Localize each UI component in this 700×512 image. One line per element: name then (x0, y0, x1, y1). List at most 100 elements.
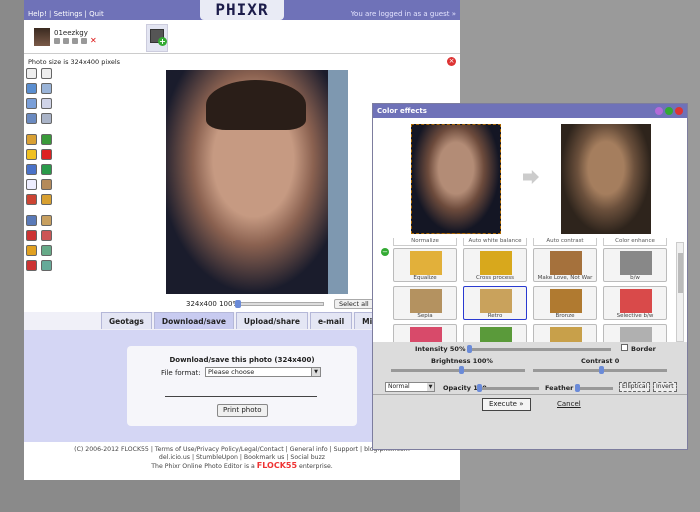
rotate-right-icon[interactable] (41, 68, 52, 79)
smiley-icon[interactable] (26, 149, 37, 160)
feather-slider[interactable] (575, 384, 613, 392)
image-icon[interactable] (41, 179, 52, 190)
opacity-knob[interactable] (477, 384, 482, 392)
effect-tile[interactable]: Retro (463, 286, 527, 320)
warp-icon[interactable] (41, 245, 52, 256)
eye-icon[interactable] (26, 260, 37, 271)
feather-knob[interactable] (575, 384, 580, 392)
info-icon[interactable] (54, 38, 60, 44)
contrast-knob[interactable] (599, 366, 604, 374)
tile-icon[interactable] (26, 245, 37, 256)
effect-tile[interactable]: Selective b/w (603, 286, 667, 320)
file-format-value: Please choose (208, 368, 255, 376)
flip-icon[interactable] (26, 83, 37, 94)
resize-icon[interactable] (26, 98, 37, 109)
dialog-titlebar[interactable]: Color effects (373, 104, 687, 118)
effect-tile[interactable]: Sepia (393, 286, 457, 320)
contrast-slider[interactable] (533, 366, 667, 374)
crop-icon[interactable] (41, 98, 52, 109)
palette-icon[interactable] (41, 215, 52, 226)
effect-label: Make Love, Not War (537, 275, 593, 281)
intensity-slider[interactable] (467, 345, 611, 353)
thumbnail-actions: ✕ (54, 37, 97, 45)
effect-controls: Intensity 50% Border Brightness 100% Con… (373, 342, 687, 449)
tab-email[interactable]: e-mail (309, 312, 353, 329)
filter-icon[interactable] (41, 194, 52, 205)
tab-geotags[interactable]: Geotags (101, 312, 152, 329)
login-status[interactable]: You are logged in as a guest » (351, 10, 456, 18)
photo-size-note: Photo size is 324x400 pixels (28, 58, 121, 66)
text-icon[interactable] (26, 164, 37, 175)
download-title: Download/save this photo (324x400) (169, 356, 315, 364)
add-photo-button[interactable]: + (146, 24, 168, 52)
zoom-slider-knob[interactable] (235, 300, 241, 308)
cancel-link[interactable]: Cancel (557, 400, 581, 408)
effect-auto-white-balance[interactable]: Auto white balance (463, 238, 527, 246)
footer-tagline-end: enterprise. (299, 463, 333, 470)
canvas-icon[interactable] (26, 113, 37, 124)
top-links[interactable]: Help! | Settings | Quit (28, 10, 104, 18)
rotate-left-icon[interactable] (26, 68, 37, 79)
effect-tile[interactable]: Cross process (463, 248, 527, 282)
effect-tile[interactable]: Make Love, Not War (533, 248, 597, 282)
speech-bubble-icon[interactable] (26, 179, 37, 190)
close-icon[interactable] (675, 107, 683, 115)
heart-icon[interactable] (41, 149, 52, 160)
effect-tile[interactable] (393, 324, 457, 342)
effect-label: Sepia (417, 313, 433, 319)
close-photo-icon[interactable]: × (447, 57, 456, 66)
rotate-free-icon[interactable] (41, 83, 52, 94)
effect-tile[interactable] (463, 324, 527, 342)
effect-tile[interactable]: Bronze (533, 286, 597, 320)
brightness-knob[interactable] (459, 366, 464, 374)
tab-download-save[interactable]: Download/save (153, 312, 234, 329)
color-effects-icon[interactable] (26, 194, 37, 205)
blend-mode-select[interactable]: Normal ▼ (385, 382, 435, 392)
effect-preview (550, 251, 582, 275)
footer-line-2[interactable]: del.icio.us | StumbleUpon | Bookmark us … (24, 454, 460, 462)
redeye-icon[interactable] (26, 134, 37, 145)
effect-preview (410, 289, 442, 313)
invert-toggle[interactable]: Invert (653, 382, 677, 392)
opacity-slider[interactable] (477, 384, 539, 392)
glasses-icon[interactable] (41, 134, 52, 145)
effect-tile[interactable]: b/w (603, 248, 667, 282)
execute-button[interactable]: Execute » (482, 398, 531, 411)
photo-canvas[interactable] (166, 70, 348, 294)
copy-icon[interactable] (81, 38, 87, 44)
save-icon[interactable] (63, 38, 69, 44)
effect-tile[interactable] (533, 324, 597, 342)
effect-color-enhance[interactable]: Color enhance (603, 238, 667, 246)
collage-icon[interactable] (41, 260, 52, 271)
effects-scrollbar[interactable] (676, 242, 684, 342)
frame-icon[interactable] (41, 113, 52, 124)
scrollbar-thumb[interactable] (678, 253, 683, 293)
elliptical-toggle[interactable]: Elliptical (619, 382, 651, 392)
photo-thumbnail[interactable] (34, 28, 50, 46)
effect-tile[interactable]: Equalize (393, 248, 457, 282)
size-zoom-info: 324x400 100% (186, 300, 240, 308)
mosaic-icon[interactable] (41, 230, 52, 241)
effect-auto-contrast[interactable]: Auto contrast (533, 238, 597, 246)
minimize-icon[interactable] (665, 107, 673, 115)
grid-icon[interactable] (26, 230, 37, 241)
shape-icon[interactable] (41, 164, 52, 175)
effect-tile[interactable] (603, 324, 667, 342)
flock55-logo[interactable]: FLOCK55 (257, 461, 297, 470)
tab-upload-share[interactable]: Upload/share (235, 312, 308, 329)
effect-normalize[interactable]: Normalize (393, 238, 457, 246)
border-checkbox[interactable] (621, 344, 628, 351)
add-effect-icon[interactable]: − (381, 248, 389, 256)
select-all-button[interactable]: Select all (334, 299, 374, 309)
help-icon[interactable] (655, 107, 663, 115)
contrast-label: Contrast 0 (581, 357, 620, 365)
delete-icon[interactable]: ✕ (90, 37, 97, 45)
file-format-select[interactable]: Please choose ▼ (205, 367, 321, 377)
before-preview[interactable] (411, 124, 501, 234)
brightness-slider[interactable] (391, 366, 525, 374)
print-photo-button[interactable]: Print photo (217, 404, 268, 417)
undo-icon[interactable] (72, 38, 78, 44)
intensity-knob[interactable] (467, 345, 472, 353)
adjust-icon[interactable] (26, 215, 37, 226)
zoom-slider[interactable] (235, 300, 324, 308)
